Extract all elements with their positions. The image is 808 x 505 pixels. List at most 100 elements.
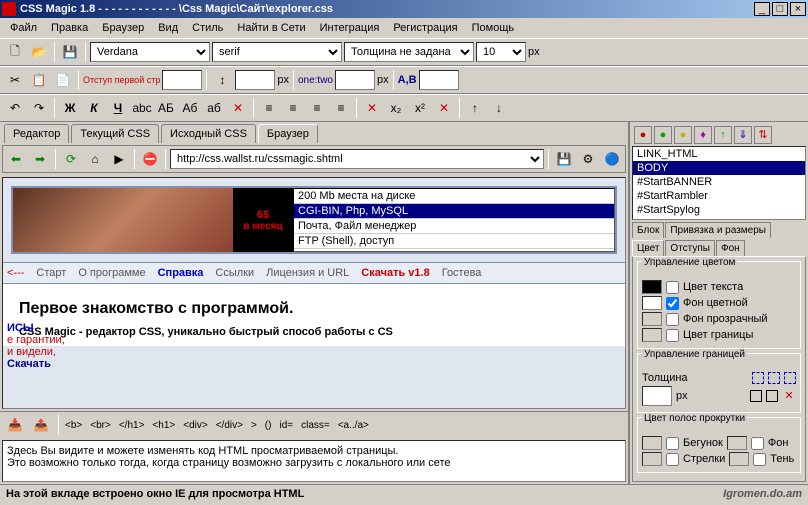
xbtn-2[interactable]: x² [409,97,431,119]
format-btn-1[interactable]: К [83,97,105,119]
scroll-bg-swatch[interactable] [727,436,747,450]
scroll-arrow-swatch[interactable] [642,452,662,466]
color-swatch-2[interactable] [642,312,662,326]
align-btn-1[interactable]: ≡ [282,97,304,119]
insert-button[interactable]: 📥 [4,414,26,436]
nav-Справка[interactable]: Справка [158,267,204,279]
color-check-3[interactable] [666,329,679,342]
rtab-Привязка и размеры[interactable]: Привязка и размеры [665,222,771,238]
tool-button[interactable]: ⚙ [577,148,599,170]
banner-item[interactable]: CGI-BIN, Php, MySQL [294,204,614,219]
go-button[interactable]: ▶ [108,148,130,170]
html-editor[interactable]: Здесь Вы видите и можете изменять код HT… [2,440,626,482]
nav-Лицензия и URL[interactable]: Лицензия и URL [266,267,349,279]
forward-button[interactable]: ➡ [29,148,51,170]
tree-add-button[interactable]: ● [654,126,672,144]
height-input[interactable] [235,70,275,90]
menu-Браузер[interactable]: Браузер [96,20,150,36]
selector-tree[interactable]: LINK_HTMLBODY#StartBANNER#StartRambler#S… [632,146,806,220]
thickness-select[interactable]: Толщина не задана [344,42,474,62]
rtab-Цвет[interactable]: Цвет [632,240,664,256]
tree-move-button[interactable]: ♦ [694,126,712,144]
new-button[interactable]: 🗋 [4,41,26,63]
spacing-input[interactable] [335,70,375,90]
format-btn-3[interactable]: abc [131,97,153,119]
ab-input[interactable] [419,70,459,90]
undo-button[interactable]: ↶ [4,97,26,119]
banner-item[interactable]: FTP (Shell), доступ [294,234,614,249]
tag-btn[interactable]: <div> [183,420,207,431]
banner[interactable]: 6$ в месяц 200 Mb места на дискеCGI-BIN,… [11,186,617,254]
tag-btn[interactable]: </div> [216,420,243,431]
tab-Редактор[interactable]: Редактор [4,124,69,143]
xbtn-0[interactable]: ✕ [361,97,383,119]
refresh-button[interactable]: ⟳ [60,148,82,170]
tab-Браузер[interactable]: Браузер [258,124,318,143]
tag-btn[interactable]: > [251,420,257,431]
tree-item[interactable]: BODY [633,161,805,175]
scroll-shadow-swatch[interactable] [729,452,749,466]
size-select[interactable]: 10 [476,42,526,62]
save-page-button[interactable]: 💾 [553,148,575,170]
tree-item[interactable]: #StartRambler [633,189,805,203]
color-check-2[interactable] [666,313,679,326]
color-swatch-0[interactable] [642,280,662,294]
paste-button[interactable]: 📄 [52,69,74,91]
nav-О программе[interactable]: О программе [78,267,145,279]
banner-item[interactable]: 200 Mb места на диске [294,189,614,204]
align-btn-3[interactable]: ≡ [330,97,352,119]
menu-Файл[interactable]: Файл [4,20,43,36]
format-btn-2[interactable]: Ч [107,97,129,119]
border-style-1[interactable] [752,372,764,384]
scroll-thumb-check[interactable] [666,437,679,450]
format-btn-5[interactable]: Аб [179,97,201,119]
color-swatch-1[interactable] [642,296,662,310]
tree-down-button[interactable]: ⇓ [734,126,752,144]
tree-sort-button[interactable]: ⇅ [754,126,772,144]
menu-Интеграция[interactable]: Интеграция [314,20,386,36]
open-button[interactable]: 📂 [28,41,50,63]
nav-Ссылки[interactable]: Ссылки [215,267,254,279]
arrow-btn-0[interactable]: ↑ [464,97,486,119]
tree-item[interactable]: #StartPage [633,217,805,220]
color-check-0[interactable] [666,281,679,294]
minimize-button[interactable]: _ [754,2,770,16]
menu-Правка[interactable]: Правка [45,20,94,36]
nav-Скачать v1.8[interactable]: Скачать v1.8 [361,267,429,279]
color-swatch-3[interactable] [642,328,662,342]
tab-Текущий CSS[interactable]: Текущий CSS [71,124,159,143]
scroll-arrow-check[interactable] [666,453,679,466]
menu-Помощь[interactable]: Помощь [466,20,521,36]
banner-list[interactable]: 200 Mb места на дискеCGI-BIN, Php, MySQL… [293,188,615,252]
back-button[interactable]: ⬅ [5,148,27,170]
format-btn-0[interactable]: Ж [59,97,81,119]
nav-Старт[interactable]: Старт [36,267,66,279]
menu-Регистрация[interactable]: Регистрация [387,20,463,36]
format-btn-4[interactable]: АБ [155,97,177,119]
menu-Стиль[interactable]: Стиль [186,20,229,36]
scroll-thumb-swatch[interactable] [642,436,662,450]
close-button[interactable]: × [790,2,806,16]
cut-button[interactable]: ✂ [4,69,26,91]
font-generic-select[interactable]: serif [212,42,342,62]
banner-item[interactable]: Почта, Файл менеджер [294,219,614,234]
color-picker-button[interactable]: 🔵 [601,148,623,170]
rtab-Фон[interactable]: Фон [716,240,745,256]
format-btn-7[interactable]: ✕ [227,97,249,119]
stop-button[interactable]: ⛔ [139,148,161,170]
tree-del-button[interactable]: ● [634,126,652,144]
arrow-btn-1[interactable]: ↓ [488,97,510,119]
tree-item[interactable]: #StartBANNER [633,175,805,189]
align-btn-0[interactable]: ≡ [258,97,280,119]
redo-button[interactable]: ↷ [28,97,50,119]
indent-input[interactable] [162,70,202,90]
format-btn-6[interactable]: аб [203,97,225,119]
menu-Вид[interactable]: Вид [152,20,184,36]
tree-item[interactable]: #StartSpylog [633,203,805,217]
tree-edit-button[interactable]: ● [674,126,692,144]
save-button[interactable]: 💾 [59,41,81,63]
copy-button[interactable]: 📋 [28,69,50,91]
align-btn-2[interactable]: ≡ [306,97,328,119]
scroll-bg-check[interactable] [751,437,764,450]
color-check-1[interactable] [666,297,679,310]
